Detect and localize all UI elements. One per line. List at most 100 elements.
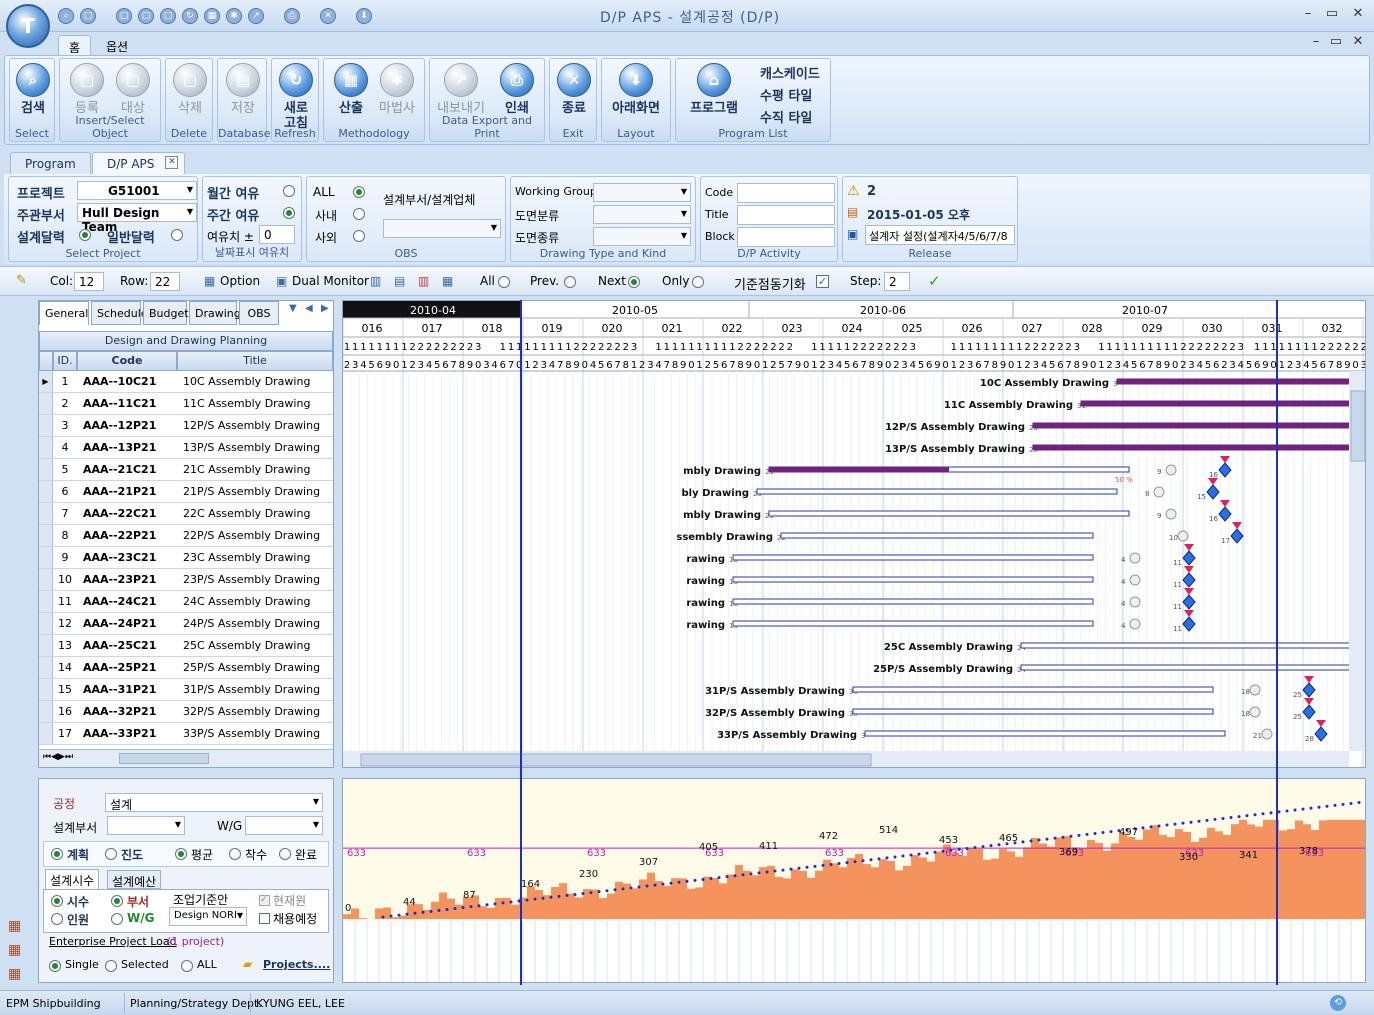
quick-access-export-icon[interactable]: ↗ [248,8,264,24]
scroll-thumb[interactable] [119,753,209,764]
progress-radio[interactable] [105,848,117,860]
obs-external-radio[interactable] [353,230,365,242]
code-input[interactable] [737,183,835,203]
step-spinner[interactable]: 2 [884,272,910,291]
monthly-margin-radio[interactable] [283,185,295,197]
current-staff-checkbox[interactable]: ✓ [259,895,270,906]
lower-screen-button[interactable]: ⬇ 아래화면 [604,63,668,116]
table-row[interactable]: 10 AAA--23P21 23P/S Assembly Drawing [39,569,333,591]
next-radio[interactable] [628,276,640,288]
quick-access-open-icon[interactable]: ▢ [116,8,132,24]
wg-radio[interactable] [111,913,123,925]
calendar-icon[interactable]: ▦ [8,918,21,934]
col-id-header[interactable]: ID. [53,351,77,371]
finish-radio[interactable] [279,848,291,860]
close-window-icon[interactable]: ✕ [1348,6,1368,24]
option-button[interactable]: Option [220,274,260,288]
quick-access-calc-icon[interactable]: ▦ [204,8,220,24]
quick-access-close-icon[interactable]: ✕ [320,8,336,24]
brush-icon[interactable]: ✎ [16,273,27,288]
start-radio[interactable] [229,848,241,860]
sync-checkbox[interactable]: ✓ [816,275,829,288]
row-selector[interactable] [39,613,53,634]
table-row[interactable]: 2 AAA--11C21 11C Assembly Drawing [39,393,333,415]
plan-radio[interactable] [51,848,63,860]
row-selector[interactable] [39,723,53,744]
table-row[interactable]: 9 AAA--23C21 23C Assembly Drawing [39,547,333,569]
col-code-header[interactable]: Code [77,351,177,371]
tab-budget[interactable]: Budget [143,301,189,325]
projects-link[interactable]: Projects.... [263,958,330,971]
apply-check-icon[interactable]: ✓ [928,272,941,290]
quick-access-delete-icon[interactable]: ▢ [138,8,154,24]
save-button[interactable]: ▤ 저장 [218,63,268,116]
status-nav-icon[interactable]: ⟲ [1330,995,1346,1011]
tab-general[interactable]: General [39,301,89,325]
row-selector[interactable] [39,569,53,590]
col-title-header[interactable]: Title [177,351,333,371]
table-row[interactable]: 17 AAA--33P21 33P/S Assembly Drawing [39,723,333,745]
app-menu-orb[interactable]: T [6,4,50,48]
tab-dp-aps[interactable]: D/P APS ✕ [92,152,186,174]
target-button[interactable]: ▢ 대상 [108,63,158,116]
table-row[interactable]: 8 AAA--22P21 22P/S Assembly Drawing [39,525,333,547]
hours-radio[interactable] [51,895,63,907]
calendar-icon-2[interactable]: ▦ [8,942,21,958]
row-selector[interactable] [39,437,53,458]
release-text[interactable]: 설계자 설정(설계자4/5/6/7/8 [865,225,1015,245]
row-selector[interactable] [39,701,53,722]
quick-access-wizard-icon[interactable]: ✱ [226,8,242,24]
chart-icon[interactable]: ▥ [418,274,429,288]
tile-horizontal-link[interactable]: 수평 타일 [760,85,812,104]
table-row[interactable]: 7 AAA--22C21 22C Assembly Drawing [39,503,333,525]
program-button[interactable]: ⌂ 프로그램 [680,63,748,116]
calculate-button[interactable]: ▦ 산출 [326,63,376,116]
tab-dropdown-icon[interactable]: ▼ [289,303,297,314]
dept-combo[interactable]: Hull Design Team ▼ [77,203,197,234]
margin-spinner[interactable]: 0 [259,225,295,244]
tab-left-icon[interactable]: ◀ [305,303,313,314]
table-row[interactable]: 4 AAA--13P21 13P/S Assembly Drawing [39,437,333,459]
close-tab-icon[interactable]: ✕ [165,156,179,169]
row-spinner[interactable]: 22 [150,272,180,291]
working-group-combo[interactable]: ▼ [593,183,691,202]
table-row[interactable]: 16 AAA--32P21 32P/S Assembly Drawing [39,701,333,723]
quick-access-print-icon[interactable]: ⎙ [284,8,300,24]
register-button[interactable]: ▢ 등록 [62,63,112,116]
title-input[interactable] [737,205,835,225]
table-row[interactable]: 15 AAA--31P21 31P/S Assembly Drawing [39,679,333,701]
calendar-icon-3[interactable]: ▦ [8,966,21,982]
hire-plan-checkbox[interactable] [259,913,270,924]
design-dept-combo[interactable]: ▼ [107,816,185,835]
table-row[interactable]: 14 AAA--25P21 25P/S Assembly Drawing [39,657,333,679]
maximize-icon[interactable]: ▭ [1322,6,1342,24]
export-button[interactable]: ↗ 내보내기 [436,63,486,116]
table-row[interactable]: 5 AAA--21C21 21C Assembly Drawing [39,459,333,481]
dual-monitor-button[interactable]: Dual Monitor [292,274,369,288]
row-selector[interactable] [39,503,53,524]
quick-access-search-icon[interactable]: ⌕ [58,8,74,24]
obs-internal-radio[interactable] [353,208,365,220]
tab-program[interactable]: Program [10,152,91,174]
row-selector[interactable] [39,525,53,546]
quick-access-down-icon[interactable]: ⬇ [356,8,372,24]
all-radio[interactable] [498,276,510,288]
table-row[interactable]: 3 AAA--12P21 12P/S Assembly Drawing [39,415,333,437]
tab-option[interactable]: 옵션 [96,35,138,56]
all-scope-radio[interactable] [181,960,193,972]
tab-home[interactable]: 홈 [58,35,92,56]
search-button[interactable]: ⌕ 검색 [8,63,58,116]
standard-combo[interactable]: Design NORI ▼ [169,907,247,926]
weekly-margin-radio[interactable] [283,207,295,219]
prev-radio[interactable] [564,276,576,288]
only-radio[interactable] [692,276,704,288]
row-selector[interactable] [39,635,53,656]
headcount-radio[interactable] [51,913,63,925]
mdi-minimize-icon[interactable]: – [1306,34,1326,52]
drawing-kind-combo[interactable]: ▼ [593,227,691,246]
table-row[interactable]: ▶ 1 AAA--10C21 10C Assembly Drawing [39,371,333,393]
row-selector[interactable] [39,591,53,612]
tab-design-budget[interactable]: 설계예산 [107,870,162,889]
table-row[interactable]: 6 AAA--21P21 21P/S Assembly Drawing [39,481,333,503]
drawing-class-combo[interactable]: ▼ [593,205,691,224]
